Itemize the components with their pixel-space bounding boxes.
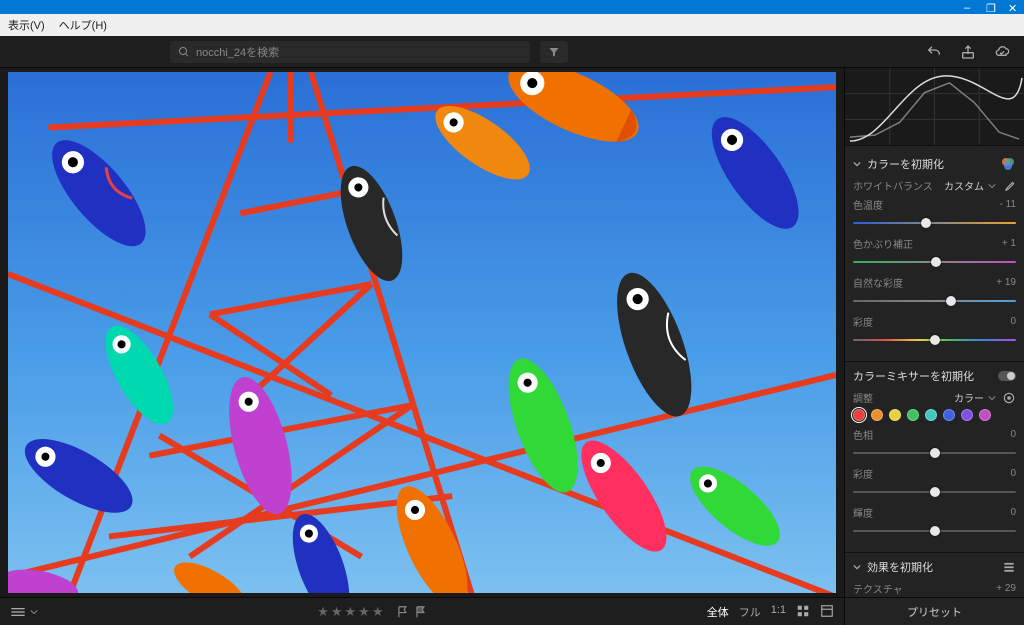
- hue-value: 0: [1010, 429, 1016, 440]
- saturation-label: 彩度: [853, 314, 1004, 329]
- color-swatch[interactable]: [961, 409, 973, 421]
- image-canvas[interactable]: [0, 68, 844, 597]
- filmstrip-toggle[interactable]: [10, 606, 38, 618]
- hue-slider[interactable]: [853, 446, 1016, 460]
- color-swatch[interactable]: [943, 409, 955, 421]
- top-toolbar: nocchi_24を検索: [0, 36, 1024, 68]
- presets-button[interactable]: プリセット: [844, 597, 1024, 625]
- grid-view-icon[interactable]: [796, 604, 810, 618]
- search-input[interactable]: nocchi_24を検索: [170, 41, 530, 63]
- window-titlebar: – ❐ ✕: [0, 0, 1024, 14]
- temp-value: - 11: [1000, 199, 1017, 210]
- saturation-value: 0: [1010, 316, 1016, 327]
- chevron-down-icon: [988, 394, 996, 402]
- texture-value: + 29: [996, 583, 1016, 594]
- tint-value: + 1: [1002, 238, 1016, 249]
- mixer-toggle[interactable]: [998, 371, 1016, 381]
- filmstrip-icon: [10, 606, 26, 618]
- cloud-check-icon: [994, 44, 1010, 60]
- undo-button[interactable]: [922, 40, 946, 64]
- panel-effects: 効果を初期化 テクスチャ+ 29 明瞭度+ 20 かすみの除去+ 15 周辺光量…: [845, 553, 1024, 597]
- flag-pick-icon[interactable]: [396, 605, 410, 619]
- mixer-sat-value: 0: [1010, 468, 1016, 479]
- color-swatch[interactable]: [979, 409, 991, 421]
- tint-label: 色かぶり補正: [853, 236, 996, 251]
- panel-effects-title: 効果を初期化: [867, 559, 996, 575]
- view-1to1[interactable]: 1:1: [771, 604, 786, 620]
- view-fit[interactable]: 全体: [707, 604, 729, 620]
- view-fill[interactable]: フル: [739, 604, 761, 620]
- undo-icon: [926, 44, 942, 60]
- menu-bar: 表示(V) ヘルプ(H): [0, 14, 1024, 36]
- window-minimize-button[interactable]: –: [964, 2, 974, 12]
- wb-label: ホワイトバランス: [853, 178, 938, 193]
- mixer-sat-label: 彩度: [853, 466, 1004, 481]
- texture-label: テクスチャ: [853, 581, 990, 596]
- luminance-label: 輝度: [853, 505, 1004, 520]
- funnel-icon: [548, 46, 560, 58]
- mixer-sat-slider[interactable]: [853, 485, 1016, 499]
- search-placeholder: nocchi_24を検索: [196, 44, 279, 60]
- hue-label: 色相: [853, 427, 1004, 442]
- vibrance-slider[interactable]: [853, 294, 1016, 308]
- cloud-status-button[interactable]: [990, 40, 1014, 64]
- color-swatch[interactable]: [853, 409, 865, 421]
- info-view-icon[interactable]: [820, 604, 834, 618]
- menu-help[interactable]: ヘルプ(H): [59, 17, 107, 33]
- temp-slider[interactable]: [853, 216, 1016, 230]
- menu-view[interactable]: 表示(V): [8, 17, 45, 33]
- luminance-slider[interactable]: [853, 524, 1016, 538]
- share-icon: [960, 44, 976, 60]
- vibrance-value: + 19: [996, 277, 1016, 288]
- color-swatch[interactable]: [907, 409, 919, 421]
- color-swatch[interactable]: [889, 409, 901, 421]
- bottom-toolbar: ★★★★★ 全体 フル 1:1: [0, 597, 844, 625]
- target-adjust-icon[interactable]: [1002, 391, 1016, 405]
- window-maximize-button[interactable]: ❐: [986, 2, 996, 12]
- chevron-down-icon[interactable]: [853, 563, 861, 571]
- panel-mixer-title: カラーミキサーを初期化: [853, 368, 992, 384]
- panel-color-mixer: カラーミキサーを初期化 調整 カラー 色相 0 彩度 0 輝度 0: [845, 362, 1024, 553]
- color-swatch[interactable]: [925, 409, 937, 421]
- share-button[interactable]: [956, 40, 980, 64]
- mixer-adjust-label: 調整: [853, 390, 948, 405]
- color-swatch[interactable]: [871, 409, 883, 421]
- filter-button[interactable]: [540, 41, 568, 63]
- temp-label: 色温度: [853, 197, 994, 212]
- vibrance-label: 自然な彩度: [853, 275, 990, 290]
- luminance-value: 0: [1010, 507, 1016, 518]
- chevron-down-icon[interactable]: [853, 160, 861, 168]
- tint-slider[interactable]: [853, 255, 1016, 269]
- chevron-down-icon: [30, 608, 38, 616]
- panel-color: カラーを初期化 ホワイトバランス カスタム 色温度- 11 色かぶり補正+ 1 …: [845, 150, 1024, 362]
- wb-dropdown[interactable]: カスタム: [944, 178, 996, 193]
- saturation-slider[interactable]: [853, 333, 1016, 347]
- eyedropper-icon[interactable]: [1002, 179, 1016, 193]
- color-grading-icon[interactable]: [1000, 156, 1016, 172]
- edited-photo: [8, 72, 836, 593]
- search-icon: [178, 46, 190, 58]
- color-swatches: [853, 409, 1016, 421]
- mixer-adjust-dropdown[interactable]: カラー: [954, 390, 996, 405]
- histogram[interactable]: [845, 68, 1024, 146]
- edit-panel: カラーを初期化 ホワイトバランス カスタム 色温度- 11 色かぶり補正+ 1 …: [844, 68, 1024, 597]
- flag-reject-icon[interactable]: [414, 605, 428, 619]
- panel-menu-icon[interactable]: [1002, 560, 1016, 574]
- chevron-down-icon: [988, 182, 996, 190]
- window-close-button[interactable]: ✕: [1008, 2, 1018, 12]
- rating-stars[interactable]: ★★★★★: [317, 604, 385, 620]
- panel-color-title: カラーを初期化: [867, 156, 994, 172]
